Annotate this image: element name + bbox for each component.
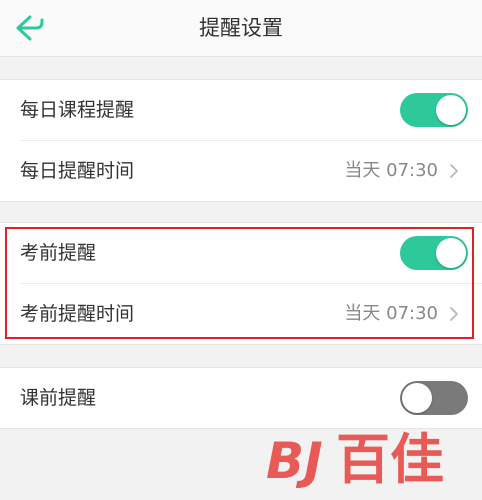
reminder-time-value: 当天 07:30 [344, 303, 438, 324]
settings-group-exam: 考前提醒 考前提醒时间 当天 07:30 [0, 222, 482, 345]
toggle-knob [402, 383, 432, 413]
header-bar: 提醒设置 [0, 0, 482, 57]
page-title: 提醒设置 [199, 16, 283, 40]
settings-group-daily: 每日课程提醒 每日提醒时间 当天 07:30 [0, 79, 482, 202]
row-label: 课前提醒 [20, 387, 97, 409]
row-label: 考前提醒时间 [20, 303, 135, 325]
svg-text:百佳: 百佳 [336, 428, 444, 491]
row-daily-reminder-time[interactable]: 每日提醒时间 当天 07:30 [20, 140, 482, 201]
toggle-knob [436, 95, 466, 125]
class-reminder-toggle[interactable] [400, 381, 468, 415]
row-daily-course-reminder: 每日课程提醒 [0, 80, 482, 140]
svg-text:BJ: BJ [266, 432, 323, 490]
row-label: 每日提醒时间 [20, 160, 135, 182]
toggle-knob [436, 238, 466, 268]
settings-group-class: 课前提醒 [0, 367, 482, 429]
chevron-right-icon [450, 307, 458, 321]
reminder-time-value: 当天 07:30 [344, 160, 438, 181]
exam-reminder-toggle[interactable] [400, 236, 468, 270]
watermark-logo: BJ 百佳 [266, 428, 444, 491]
row-exam-reminder-time[interactable]: 考前提醒时间 当天 07:30 [20, 283, 482, 344]
row-class-reminder: 课前提醒 [0, 368, 482, 428]
row-label: 每日课程提醒 [20, 99, 135, 121]
row-label: 考前提醒 [20, 242, 97, 264]
row-exam-reminder: 考前提醒 [0, 223, 482, 283]
daily-course-reminder-toggle[interactable] [400, 93, 468, 127]
chevron-right-icon [450, 164, 458, 178]
